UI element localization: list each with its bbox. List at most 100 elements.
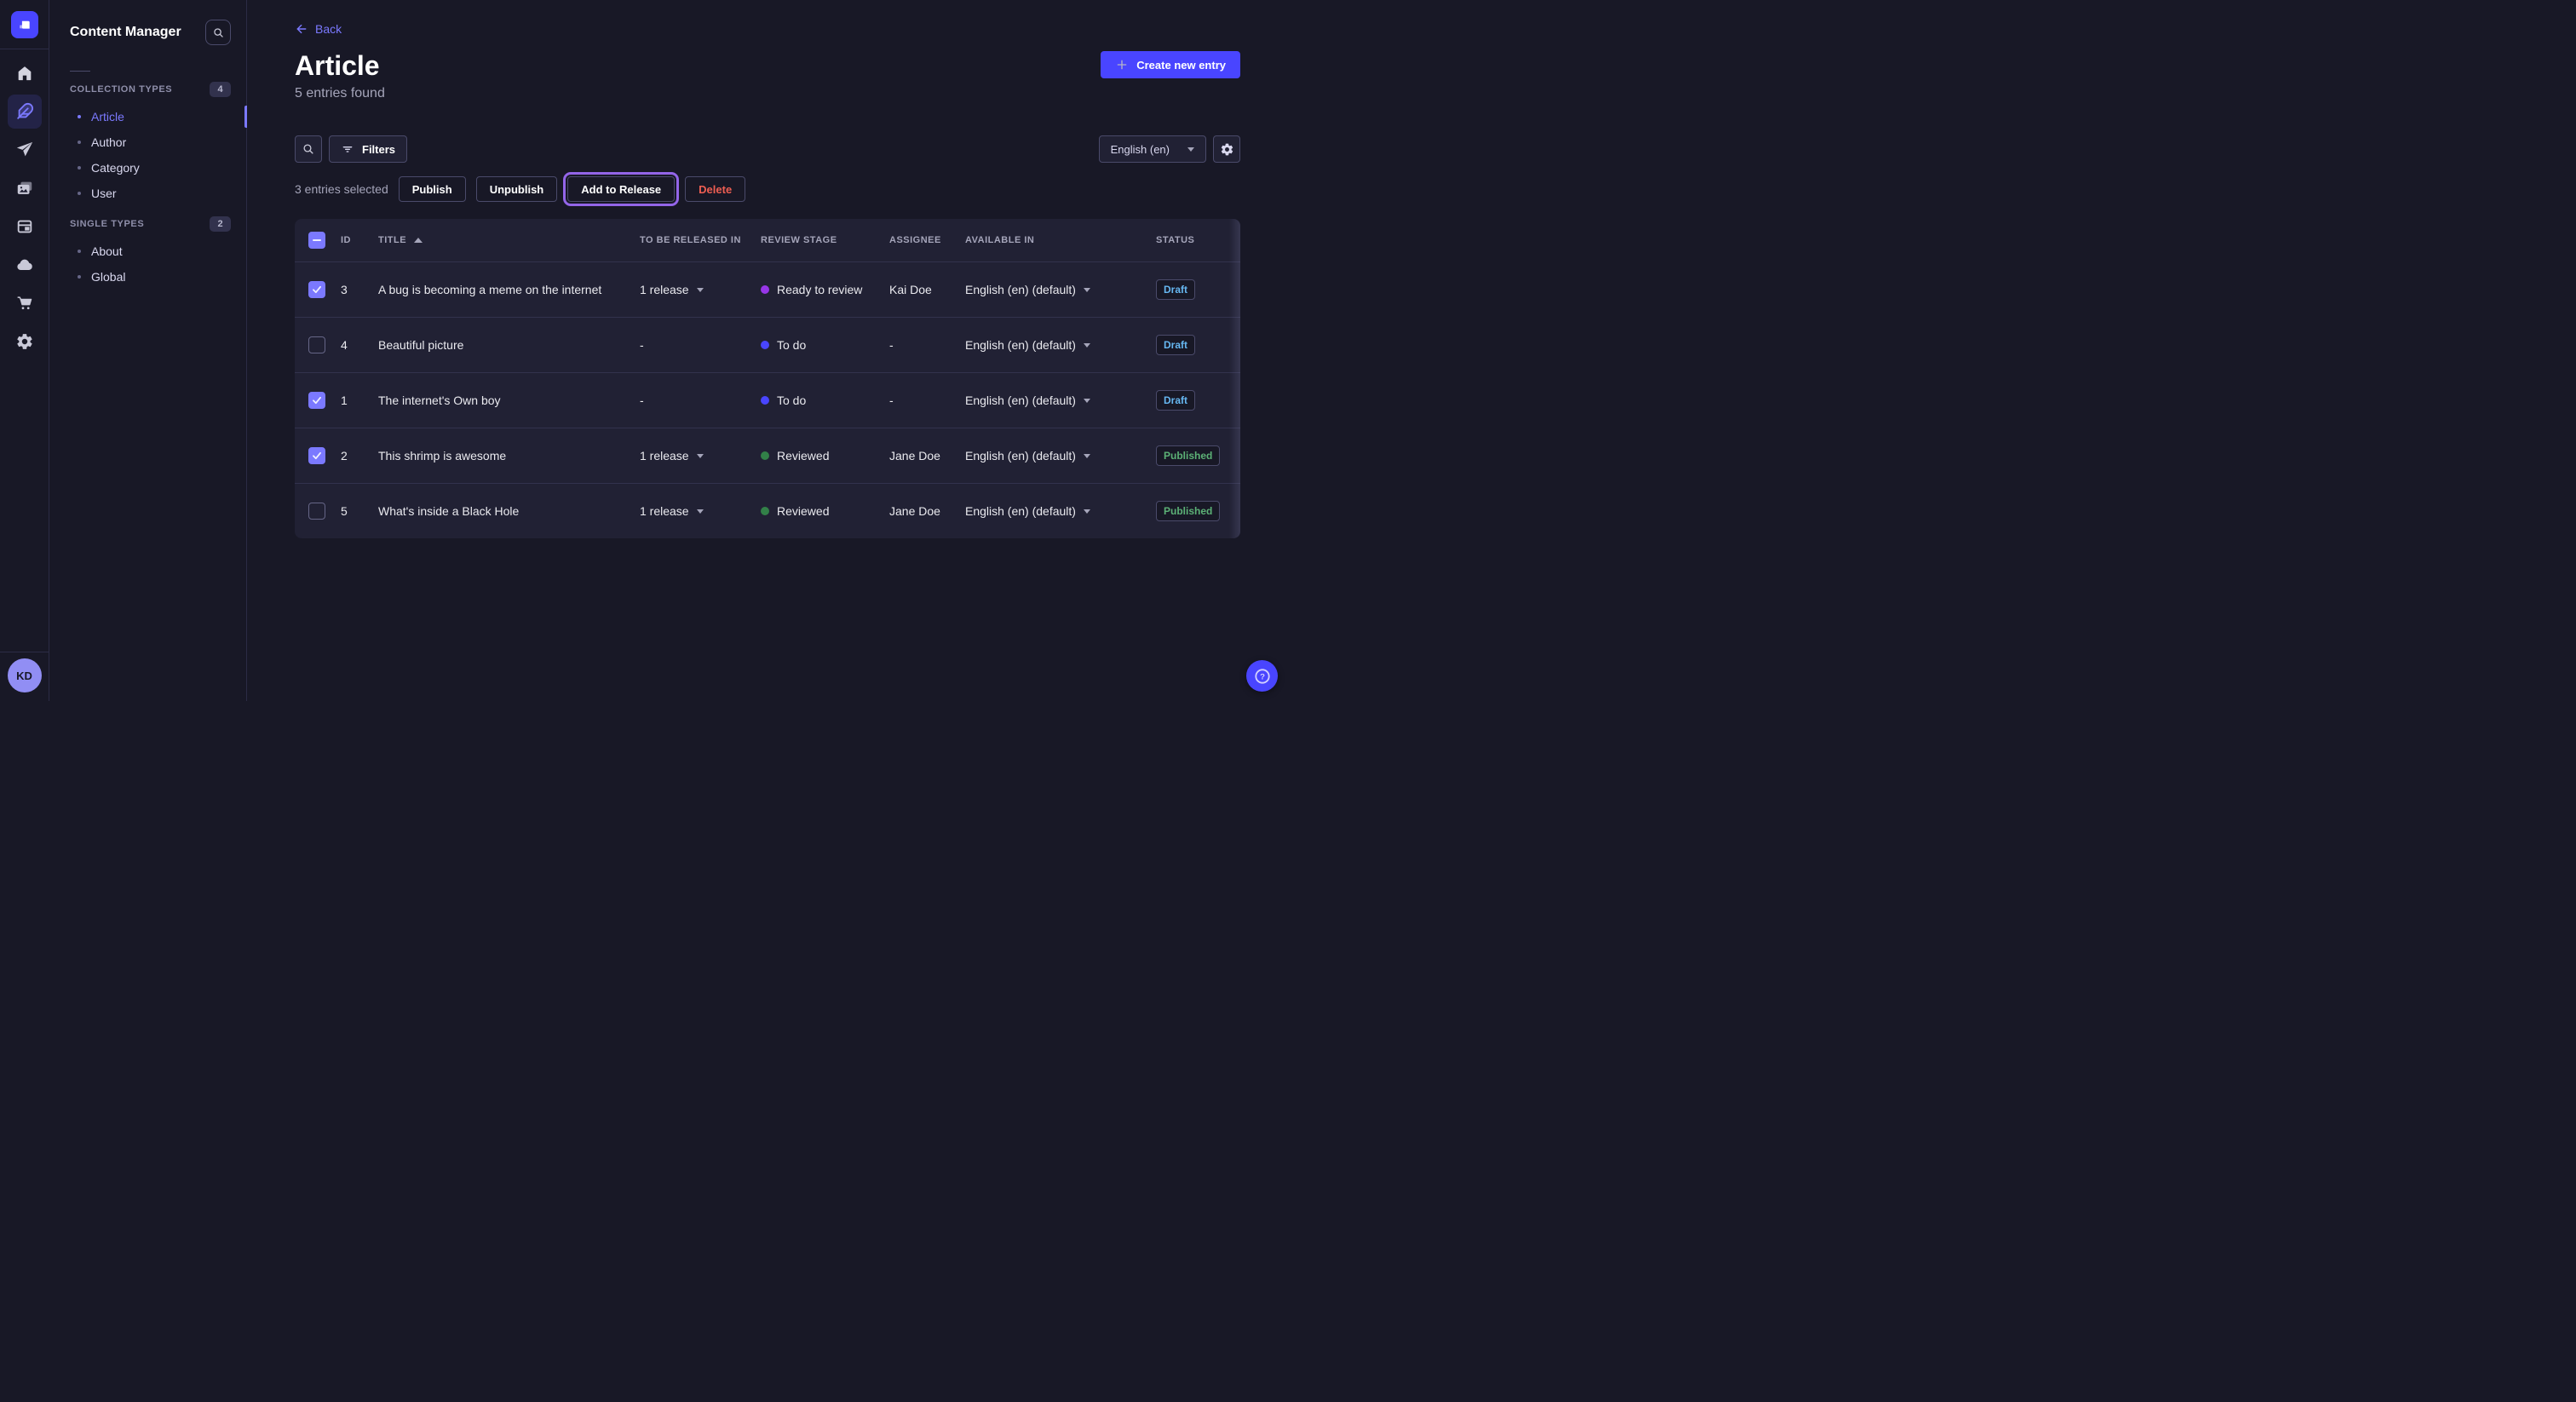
entries-count: 5 entries found	[295, 84, 385, 103]
locale-dropdown[interactable]: English (en) (default)	[965, 504, 1156, 518]
sidebar-item-user[interactable]: User	[49, 181, 246, 206]
content-type-builder-icon[interactable]	[8, 210, 42, 244]
row-title: What's inside a Black Hole	[378, 504, 640, 518]
section-label-single-types: SINGLE TYPES	[70, 219, 144, 229]
settings-icon[interactable]	[8, 325, 42, 359]
sidebar-item-about[interactable]: About	[49, 238, 246, 264]
locale-dropdown[interactable]: English (en) (default)	[965, 394, 1156, 407]
stage-dot	[761, 451, 769, 460]
row-checkbox[interactable]	[308, 336, 325, 353]
delete-button[interactable]: Delete	[685, 176, 745, 202]
chevron-down-icon	[697, 509, 704, 514]
avatar[interactable]: KD	[8, 658, 42, 692]
col-header-review-stage: REVIEW STAGE	[761, 235, 889, 245]
sort-asc-icon	[414, 238, 423, 243]
select-all-checkbox[interactable]	[308, 232, 325, 249]
row-checkbox[interactable]	[308, 281, 325, 298]
review-stage-cell: Ready to review	[761, 283, 889, 296]
add-to-release-button[interactable]: Add to Release	[567, 176, 675, 202]
sidebar-item-article[interactable]: Article	[49, 104, 246, 129]
locale-select[interactable]: English (en)	[1099, 135, 1206, 163]
release-cell: -	[640, 394, 761, 407]
assignee-cell: Jane Doe	[889, 449, 965, 463]
status-badge: Published	[1156, 501, 1220, 521]
col-header-id: ID	[341, 235, 378, 245]
locale-dropdown[interactable]: English (en) (default)	[965, 283, 1156, 296]
table-row: 2 This shrimp is awesome 1 release Revie…	[295, 428, 1240, 483]
row-id: 5	[341, 504, 378, 518]
row-id: 2	[341, 449, 378, 463]
create-new-entry-button[interactable]: Create new entry	[1101, 51, 1240, 78]
question-mark-icon: ?	[1253, 667, 1272, 686]
check-icon	[311, 284, 323, 296]
filter-icon	[341, 142, 354, 156]
locale-dropdown[interactable]: English (en) (default)	[965, 338, 1156, 352]
single-types-count: 2	[210, 216, 231, 232]
bullet-icon	[78, 275, 81, 279]
release-dropdown[interactable]: 1 release	[640, 449, 761, 463]
assignee-cell: Kai Doe	[889, 283, 965, 296]
row-checkbox[interactable]	[308, 392, 325, 409]
status-badge: Draft	[1156, 279, 1195, 300]
assignee-cell: -	[889, 394, 965, 407]
col-header-title[interactable]: TITLE	[378, 235, 640, 245]
search-entries-button[interactable]	[295, 135, 322, 163]
strapi-logo[interactable]	[11, 11, 38, 38]
row-title: This shrimp is awesome	[378, 449, 640, 463]
sidebar-item-global[interactable]: Global	[49, 264, 246, 290]
sidebar-item-category[interactable]: Category	[49, 155, 246, 181]
table-row: 4 Beautiful picture - To do - English (e…	[295, 317, 1240, 372]
sidebar-item-label: About	[91, 244, 123, 258]
main-nav-rail: KD	[0, 0, 49, 701]
marketplace-icon[interactable]	[8, 286, 42, 320]
view-settings-button[interactable]	[1213, 135, 1240, 163]
search-icon	[212, 26, 225, 39]
filters-button[interactable]: Filters	[329, 135, 407, 163]
stage-dot	[761, 396, 769, 405]
table-row: 3 A bug is becoming a meme on the intern…	[295, 261, 1240, 317]
chevron-down-icon	[1187, 147, 1194, 152]
media-library-icon[interactable]	[8, 171, 42, 205]
row-checkbox[interactable]	[308, 503, 325, 520]
table-header-row: ID TITLE TO BE RELEASED IN REVIEW STAGE …	[295, 219, 1240, 261]
row-id: 4	[341, 338, 378, 352]
rail-bottom: KD	[0, 652, 49, 701]
main-content: Back Article 5 entries found Create new …	[247, 0, 1288, 701]
indeterminate-icon	[313, 239, 321, 241]
locale-dropdown[interactable]: English (en) (default)	[965, 449, 1156, 463]
row-id: 1	[341, 394, 378, 407]
sidebar-item-author[interactable]: Author	[49, 129, 246, 155]
release-dropdown[interactable]: 1 release	[640, 504, 761, 518]
table-row: 5 What's inside a Black Hole 1 release R…	[295, 483, 1240, 538]
check-icon	[311, 394, 323, 406]
svg-text:?: ?	[1260, 672, 1265, 681]
collection-types-count: 4	[210, 82, 231, 97]
assignee-cell: Jane Doe	[889, 504, 965, 518]
stage-dot	[761, 507, 769, 515]
check-icon	[311, 450, 323, 462]
bullet-icon	[78, 250, 81, 253]
review-stage-cell: Reviewed	[761, 449, 889, 463]
bullet-icon	[78, 115, 81, 118]
release-dropdown[interactable]: 1 release	[640, 283, 761, 296]
review-stage-cell: Reviewed	[761, 504, 889, 518]
bullet-icon	[78, 166, 81, 170]
single-types-list: About Global	[49, 238, 246, 290]
strapi-logo-icon	[15, 15, 34, 34]
publish-button[interactable]: Publish	[399, 176, 466, 202]
unpublish-button[interactable]: Unpublish	[476, 176, 558, 202]
status-badge: Draft	[1156, 335, 1195, 355]
col-header-available-in: AVAILABLE IN	[965, 235, 1156, 245]
deploy-icon[interactable]	[8, 248, 42, 282]
releases-icon[interactable]	[8, 133, 42, 167]
col-header-release: TO BE RELEASED IN	[640, 235, 761, 245]
sidebar-item-label: Author	[91, 135, 126, 149]
chevron-down-icon	[1084, 509, 1090, 514]
back-link[interactable]: Back	[295, 22, 342, 36]
content-manager-icon[interactable]	[8, 95, 42, 129]
app-window: KD Content Manager COLLECTION TYPES 4 Ar…	[0, 0, 1288, 701]
sidebar-search-button[interactable]	[205, 20, 231, 45]
help-button[interactable]: ?	[1246, 660, 1278, 692]
row-checkbox[interactable]	[308, 447, 325, 464]
home-icon[interactable]	[8, 56, 42, 90]
